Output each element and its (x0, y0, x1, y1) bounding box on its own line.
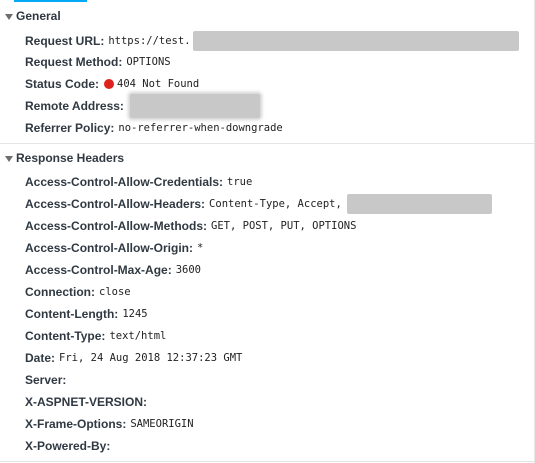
header-key: Access-Control-Allow-Origin: (25, 241, 194, 255)
response-header-row: Access-Control-Allow-Origin: * (25, 237, 203, 259)
redacted-block (346, 194, 492, 214)
header-key: Remote Address: (25, 99, 124, 113)
header-key: X-Powered-By: (25, 439, 111, 453)
header-value: 1245 (122, 308, 148, 320)
header-key: Status Code: (25, 77, 100, 91)
header-key: Access-Control-Max-Age: (25, 263, 172, 277)
response-header-row: Access-Control-Allow-Headers: Content-Ty… (25, 193, 492, 215)
response-header-row: Content-Type: text/html (25, 325, 166, 347)
headers-panel: General Request URL: https://test. Reque… (0, 0, 535, 463)
header-key: Connection: (25, 285, 95, 299)
response-header-row: X-Frame-Options: SAMEORIGIN (25, 413, 194, 435)
section-divider (0, 143, 535, 144)
response-headers-section-title: Response Headers (16, 151, 125, 165)
header-value: GET, POST, PUT, OPTIONS (211, 220, 357, 232)
status-dot-icon (104, 79, 115, 89)
response-header-row: Access-Control-Allow-Methods: GET, POST,… (25, 215, 356, 237)
response-header-row: Access-Control-Max-Age: 3600 (25, 259, 201, 281)
header-value: Fri, 24 Aug 2018 12:37:23 GMT (59, 352, 243, 364)
response-header-row: Content-Length: 1245 (25, 303, 148, 325)
header-value: Content-Type, Accept, (209, 198, 342, 210)
general-section-title: General (16, 9, 61, 23)
referrer-policy-row: Referrer Policy: no-referrer-when-downgr… (25, 117, 283, 139)
response-headers-section-header[interactable]: Response Headers (0, 147, 535, 169)
header-value: 404 Not Found (117, 78, 200, 90)
response-header-row: Date: Fri, 24 Aug 2018 12:37:23 GMT (25, 347, 242, 369)
header-key: Access-Control-Allow-Methods: (25, 219, 208, 233)
collapse-triangle-icon (5, 13, 13, 20)
header-value: close (99, 286, 131, 298)
status-code-row: Status Code: 404 Not Found (25, 73, 199, 95)
response-header-row: X-Powered-By: (25, 435, 114, 457)
remote-address-row: Remote Address: (25, 94, 260, 118)
header-value: text/html (109, 330, 167, 342)
header-key: Request Method: (25, 55, 123, 69)
response-header-row: X-ASPNET-VERSION: (25, 391, 151, 413)
header-value: 3600 (175, 264, 201, 276)
request-url-row: Request URL: https://test. (25, 30, 519, 52)
header-key: Content-Type: (25, 329, 106, 343)
header-key: Access-Control-Allow-Credentials: (25, 175, 224, 189)
redacted-block (129, 94, 260, 118)
header-key: Access-Control-Allow-Headers: (25, 197, 206, 211)
header-key: Request URL: (25, 34, 105, 48)
header-value: SAMEORIGIN (130, 418, 194, 430)
header-key: Content-Length: (25, 307, 119, 321)
header-key: Date: (25, 351, 56, 365)
response-header-row: Access-Control-Allow-Credentials: true (25, 171, 252, 193)
response-header-row: Connection: close (25, 281, 131, 303)
header-key: X-ASPNET-VERSION: (25, 395, 148, 409)
header-value: true (227, 176, 253, 188)
collapse-triangle-icon (5, 155, 13, 162)
header-value: OPTIONS (126, 56, 171, 68)
header-value: * (197, 242, 204, 254)
response-header-row: Server: (25, 369, 70, 391)
active-tab-indicator (14, 0, 87, 2)
header-key: Server: (25, 373, 67, 387)
header-key: Referrer Policy: (25, 121, 115, 135)
header-value: no-referrer-when-downgrade (118, 122, 283, 134)
redacted-block (192, 31, 519, 51)
header-key: X-Frame-Options: (25, 417, 127, 431)
request-method-row: Request Method: OPTIONS (25, 51, 171, 73)
general-section-header[interactable]: General (0, 5, 535, 27)
section-divider (0, 461, 535, 462)
header-value: https://test. (108, 35, 191, 47)
